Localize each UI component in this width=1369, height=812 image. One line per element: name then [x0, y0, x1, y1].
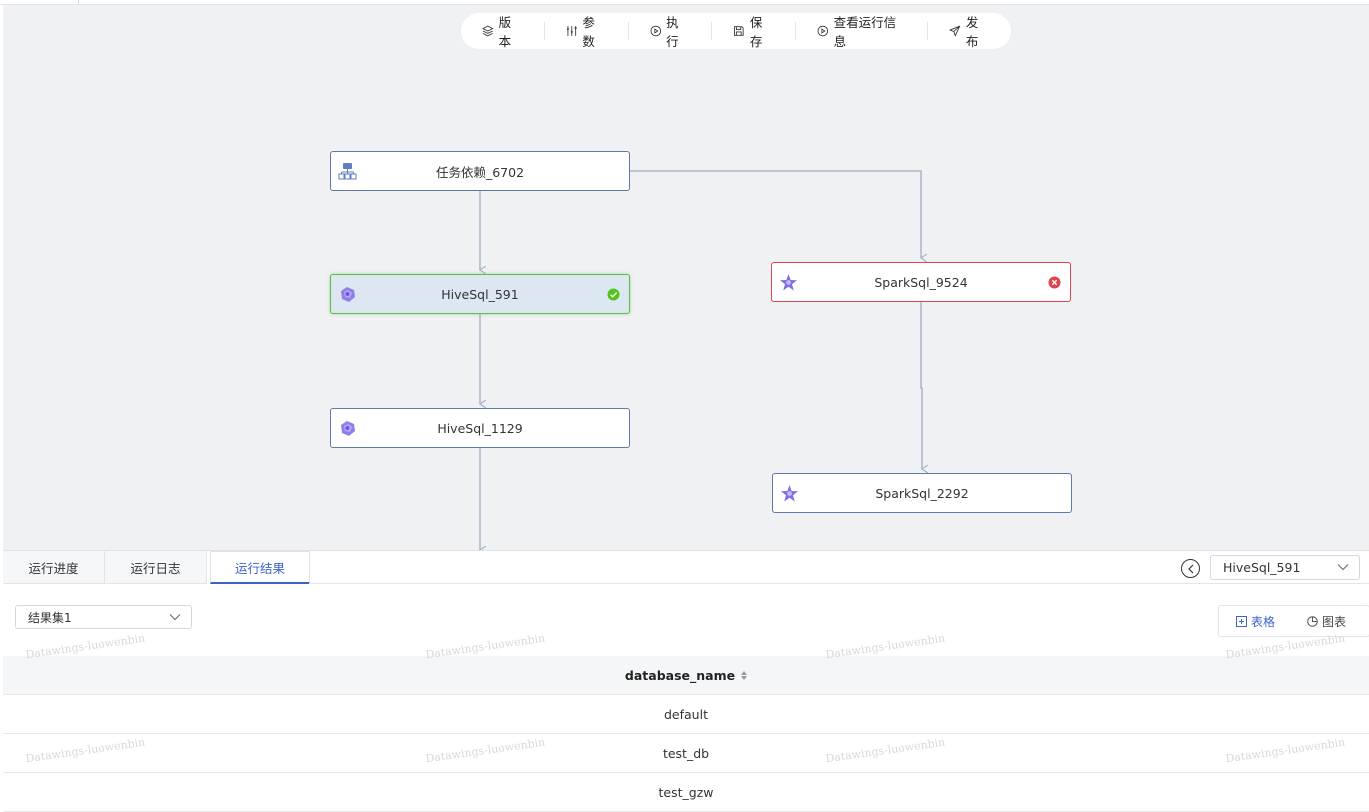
- dependency-icon: [338, 163, 357, 180]
- node-label: 任务依赖_6702: [435, 164, 525, 180]
- sort-icon[interactable]: [741, 670, 748, 680]
- edge: [630, 170, 921, 258]
- spark-icon: [780, 274, 797, 291]
- edge: [920, 302, 922, 469]
- tab-run-log[interactable]: 运行日志: [105, 551, 207, 584]
- play-circle-icon: [650, 25, 661, 37]
- view-toggle: 表格 图表: [1218, 605, 1369, 637]
- dag-edges: [3, 170, 1369, 550]
- chevron-left-icon: [1187, 564, 1193, 573]
- pie-chart-icon: [1307, 615, 1318, 627]
- dag-node-hivesql-1129[interactable]: HiveSql_1129: [330, 408, 630, 448]
- params-label: 参数: [582, 15, 595, 49]
- play-circle-icon: [817, 25, 829, 37]
- error-icon: [1048, 276, 1061, 289]
- dag-node-sparksql-2292[interactable]: SparkSql_2292: [772, 473, 1072, 513]
- success-icon: [607, 288, 620, 301]
- node-label: SparkSql_2292: [875, 485, 969, 501]
- hive-icon: [341, 421, 355, 436]
- publish-button[interactable]: 发布: [927, 15, 1011, 49]
- back-button[interactable]: [1181, 559, 1200, 578]
- table-view-label: 表格: [1251, 614, 1276, 629]
- dag-canvas[interactable]: 版本 参数 执行 保存 查看运行信息 发布 任务依赖_6702 HiveSql_…: [3, 5, 1369, 550]
- table-row: test_gzw: [3, 773, 1369, 812]
- run-info-button[interactable]: 查看运行信息: [795, 15, 927, 49]
- table-cell: test_db: [662, 745, 710, 761]
- result-set-value: 结果集1: [28, 610, 72, 625]
- save-icon: [734, 26, 744, 36]
- table-view-button[interactable]: 表格: [1219, 613, 1275, 630]
- layers-icon: [482, 25, 494, 37]
- node-label: HiveSql_1129: [437, 420, 523, 436]
- chart-view-label: 图表: [1322, 614, 1347, 629]
- node-selector-value: HiveSql_591: [1223, 560, 1301, 575]
- table-row: default: [3, 695, 1369, 734]
- run-button[interactable]: 执行: [627, 15, 712, 49]
- chevron-down-icon: [169, 614, 181, 621]
- table-cell: test_gzw: [658, 784, 714, 800]
- table-row: test_db: [3, 734, 1369, 773]
- table-cell: default: [664, 706, 708, 722]
- node-label: HiveSql_591: [441, 286, 519, 302]
- canvas-toolbar: 版本 参数 执行 保存 查看运行信息 发布: [461, 13, 1011, 49]
- table-header: database_name: [3, 656, 1369, 695]
- spark-icon: [781, 485, 798, 502]
- tab-run-progress[interactable]: 运行进度: [3, 551, 105, 584]
- result-panel: 运行进度 运行日志 运行结果 HiveSql_591 结果集1 表格 图表 da…: [3, 550, 1369, 812]
- node-label: SparkSql_9524: [874, 274, 968, 290]
- params-button[interactable]: 参数: [543, 15, 628, 49]
- chart-view-button[interactable]: 图表: [1275, 613, 1346, 630]
- run-label: 执行: [666, 15, 679, 49]
- divider: [309, 583, 1369, 584]
- dag-node-hivesql-591[interactable]: HiveSql_591: [330, 274, 630, 314]
- save-label: 保存: [749, 15, 763, 49]
- version-label: 版本: [498, 15, 512, 49]
- dag-node-dependency[interactable]: 任务依赖_6702: [330, 151, 630, 191]
- version-button[interactable]: 版本: [461, 15, 544, 49]
- chevron-down-icon: [1337, 564, 1349, 571]
- result-table: database_name default test_db test_gzw: [3, 656, 1369, 812]
- node-selector[interactable]: HiveSql_591: [1210, 555, 1360, 580]
- table-icon: [1236, 615, 1247, 627]
- run-info-label: 查看运行信息: [833, 15, 897, 49]
- tab-run-result[interactable]: 运行结果: [210, 551, 310, 584]
- save-button[interactable]: 保存: [711, 15, 795, 49]
- sliders-icon: [566, 26, 577, 36]
- column-header: database_name: [624, 667, 736, 683]
- hive-icon: [341, 287, 355, 302]
- publish-label: 发布: [965, 15, 979, 49]
- result-set-select[interactable]: 结果集1: [15, 605, 192, 629]
- dag-node-sparksql-9524[interactable]: SparkSql_9524: [771, 262, 1071, 302]
- panel-tabs: 运行进度 运行日志 运行结果: [3, 551, 310, 584]
- send-icon: [949, 25, 961, 37]
